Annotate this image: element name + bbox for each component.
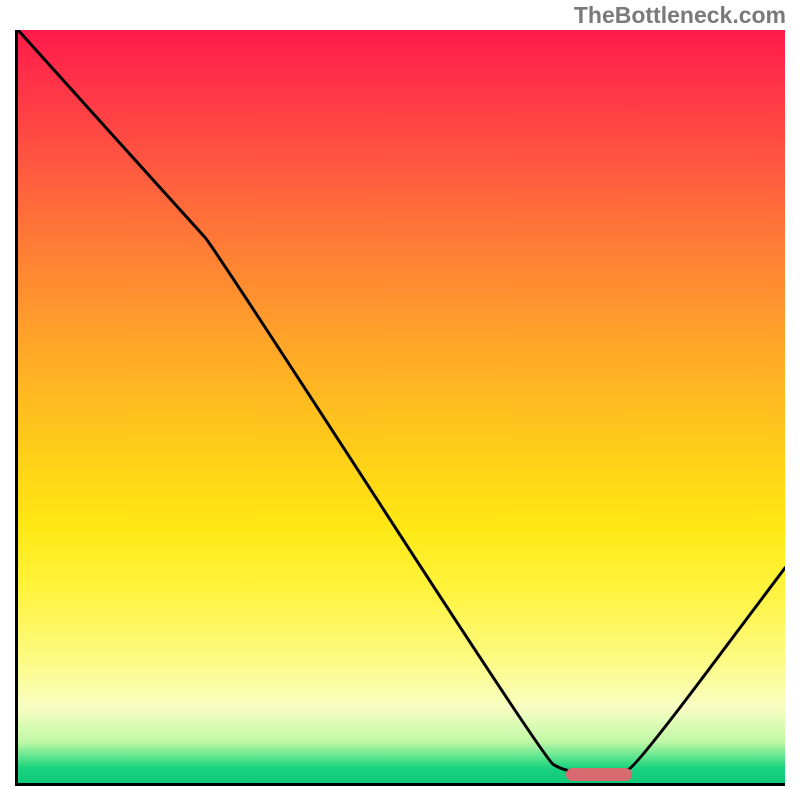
chart-stage: TheBottleneck.com — [0, 0, 800, 800]
min-marker — [566, 768, 632, 781]
curve-svg — [18, 30, 785, 783]
watermark-text: TheBottleneck.com — [574, 2, 786, 29]
bottleneck-curve — [18, 30, 785, 772]
plot-area — [15, 30, 785, 786]
